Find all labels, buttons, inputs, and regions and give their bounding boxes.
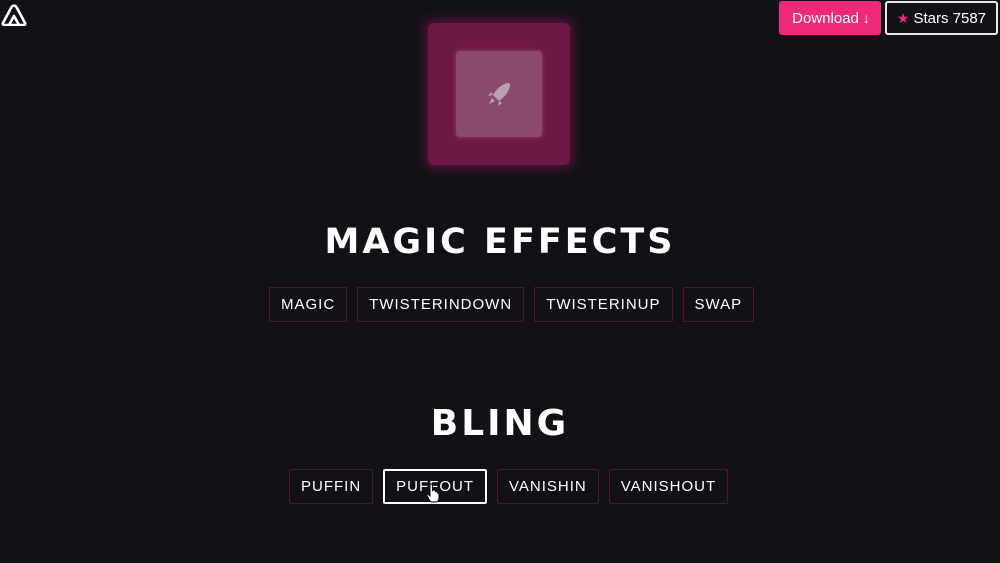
effect-button-vanishin[interactable]: VANISHIN [497, 469, 599, 504]
github-stars-button[interactable]: ★ Stars 7587 [884, 1, 998, 35]
top-actions: Download ↓ ★ Stars 7587 [779, 1, 998, 35]
effect-button-twisterinup[interactable]: TWISTERINUP [534, 287, 673, 322]
star-icon: ★ [896, 9, 910, 26]
effect-button-magic[interactable]: MAGIC [269, 287, 348, 322]
rocket-icon [488, 82, 510, 106]
section-title-bling: BLING [430, 403, 570, 444]
download-label: Download [792, 9, 859, 27]
effect-button-twisterindown[interactable]: TWISTERINDOWN [357, 287, 525, 322]
magic-effects-buttons: MAGIC TWISTERINDOWN TWISTERINUP SWAP [269, 287, 755, 322]
page: Download ↓ ★ Stars 7587 MAGIC EFFECTS MA… [0, 0, 1000, 563]
logo-icon[interactable] [0, 4, 28, 26]
stars-label: Stars 7587 [913, 9, 986, 27]
effect-button-swap[interactable]: SWAP [682, 287, 755, 322]
section-title-magic-effects: MAGIC EFFECTS [324, 222, 676, 262]
animation-demo-inner [456, 51, 542, 137]
animation-demo-box [428, 23, 570, 165]
bling-buttons: PUFFIN PUFFOUT VANISHIN VANISHOUT [289, 469, 729, 504]
effect-button-vanishout[interactable]: VANISHOUT [608, 469, 729, 504]
hand-cursor-icon [426, 483, 440, 503]
arrow-down-icon: ↓ [862, 10, 870, 26]
effect-button-puffin[interactable]: PUFFIN [289, 469, 374, 504]
download-button[interactable]: Download ↓ [779, 1, 881, 35]
